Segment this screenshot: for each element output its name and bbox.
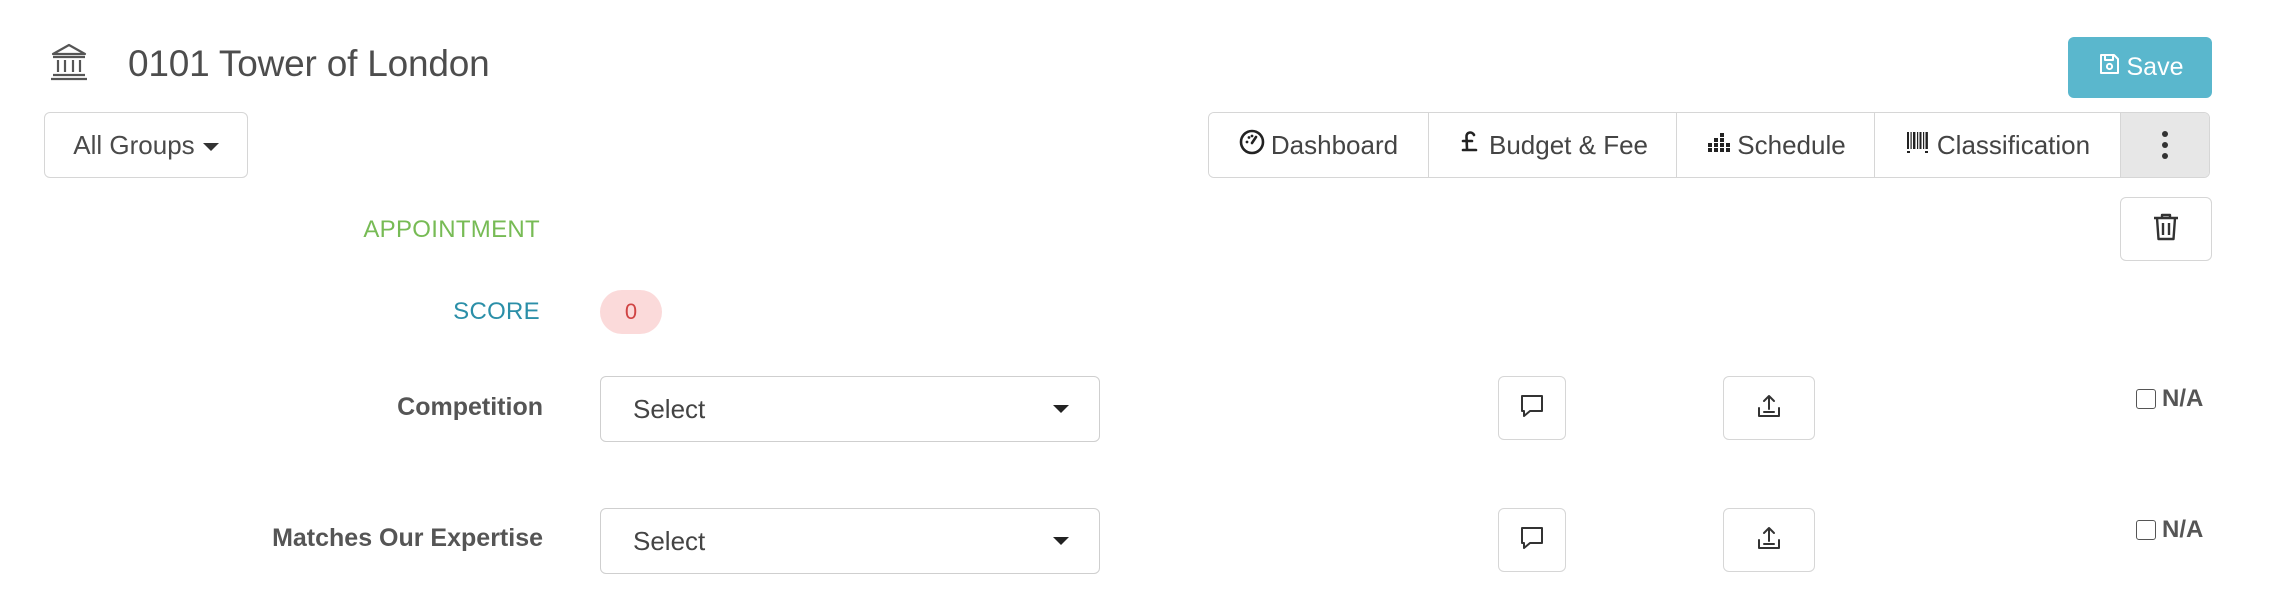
gauge-icon: [1239, 129, 1265, 162]
score-badge: 0: [600, 290, 662, 334]
matches-expertise-comment-button[interactable]: [1498, 508, 1566, 572]
competition-na: N/A: [2136, 385, 2203, 413]
matches-expertise-upload-button[interactable]: [1723, 508, 1815, 572]
select-value: Select: [633, 525, 706, 556]
delete-button[interactable]: [2120, 197, 2212, 261]
na-checkbox[interactable]: [2136, 520, 2156, 540]
matches-expertise-select[interactable]: Select: [600, 508, 1100, 574]
caret-down-icon: [202, 142, 219, 151]
building-columns-icon: [48, 40, 90, 82]
upload-icon: [1755, 524, 1783, 557]
save-button-label: Save: [2126, 53, 2184, 81]
barcode-icon: [1905, 129, 1931, 162]
competition-comment-button[interactable]: [1498, 376, 1566, 440]
floppy-disk-icon: [2097, 52, 2121, 83]
na-label: N/A: [2162, 516, 2204, 543]
tab-label: Dashboard: [1270, 129, 1399, 160]
groups-dropdown-label: All Groups: [73, 129, 195, 160]
kebab-menu-icon: [2162, 131, 2168, 159]
comment-icon: [1518, 392, 1546, 425]
select-value: Select: [633, 393, 706, 424]
na-label: N/A: [2162, 385, 2204, 412]
tab-classification[interactable]: Classification: [1875, 113, 2121, 177]
trash-icon: [2152, 212, 2180, 247]
competition-select[interactable]: Select: [600, 376, 1100, 442]
tab-schedule[interactable]: Schedule: [1677, 113, 1875, 177]
page-title: 0101 Tower of London: [128, 43, 490, 84]
tab-label: Schedule: [1737, 129, 1846, 160]
more-options-button[interactable]: [2121, 113, 2209, 177]
matches-expertise-label: Matches Our Expertise: [272, 524, 543, 552]
tab-bar: Dashboard Budget & Fee Schedule Classifi…: [1208, 112, 2210, 178]
save-button[interactable]: Save: [2068, 37, 2212, 98]
tab-label: Classification: [1936, 129, 2091, 160]
matches-expertise-na: N/A: [2136, 516, 2203, 544]
upload-icon: [1755, 392, 1783, 425]
groups-dropdown[interactable]: All Groups: [44, 112, 248, 178]
bar-dots-icon: [1705, 129, 1731, 162]
na-checkbox[interactable]: [2136, 389, 2156, 409]
comment-icon: [1518, 524, 1546, 557]
competition-upload-button[interactable]: [1723, 376, 1815, 440]
tab-dashboard[interactable]: Dashboard: [1209, 113, 1429, 177]
tab-budget-fee[interactable]: Budget & Fee: [1429, 113, 1677, 177]
caret-down-icon: [1053, 405, 1069, 413]
score-label: SCORE: [453, 298, 540, 325]
pound-icon: [1457, 129, 1483, 162]
competition-label: Competition: [397, 393, 543, 421]
appointment-heading: APPOINTMENT: [363, 216, 540, 243]
tab-label: Budget & Fee: [1489, 129, 1648, 160]
caret-down-icon: [1053, 537, 1069, 545]
